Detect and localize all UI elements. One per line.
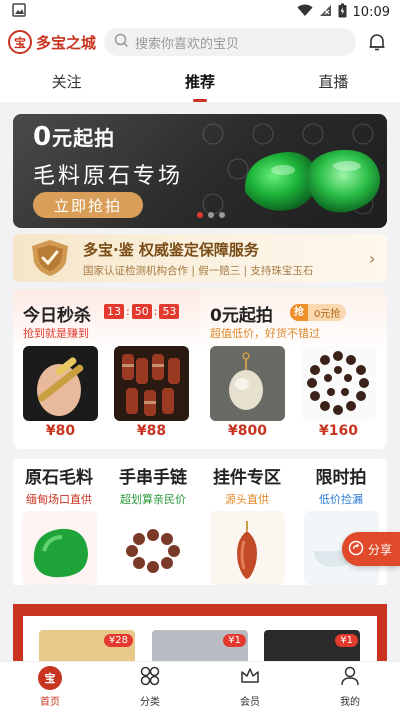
featured-price-badge: ¥1 (223, 634, 246, 647)
jade-stone-image (244, 149, 381, 213)
featured-item[interactable]: ¥1 (152, 630, 248, 664)
flash-sale-price-2: ¥88 (136, 423, 167, 439)
pagination-dot[interactable] (208, 212, 214, 218)
feed-tabs: 关注 推荐 直播 (0, 60, 400, 102)
category-timed-auction[interactable]: 限时拍 低价捡漏 (295, 459, 387, 585)
share-button[interactable]: 分享 (342, 532, 400, 566)
share-icon (348, 540, 364, 559)
bid-now-button[interactable]: 立即抢拍 (33, 192, 143, 218)
featured-list: ¥28 ¥1 ¥1 (23, 616, 377, 664)
home-icon: 宝 (38, 665, 62, 690)
deals-card: 今日秒杀 13: 50: 53 抢到就是赚到 ¥80 ¥88 0元起拍 抢 0元… (13, 289, 387, 449)
gallery-notification-icon (12, 3, 26, 21)
signal-icon (319, 4, 332, 21)
search-placeholder: 搜索你喜欢的宝贝 (135, 36, 240, 52)
certified-shield-icon (25, 237, 75, 279)
tab-recommend[interactable]: 推荐 (175, 65, 225, 102)
countdown-minutes: 50 (131, 304, 152, 319)
clock-time: 10:09 (352, 4, 390, 20)
certification-subtitle: 国家认证检测机构合作 | 假一赔三 | 支持珠宝玉石 (83, 264, 314, 277)
zero-auction-title: 0元起拍 (210, 306, 273, 326)
battery-icon (338, 3, 347, 22)
flash-sale-section[interactable]: 今日秒杀 13: 50: 53 抢到就是赚到 ¥80 ¥88 (13, 289, 200, 449)
banner-subtitle: 毛料原石专场 (33, 164, 184, 189)
logo-mark-icon: 宝 (8, 30, 32, 54)
app-name: 多宝之城 (36, 33, 97, 52)
product-image-pendant-pen[interactable] (23, 346, 98, 421)
category-pendant[interactable]: 挂件专区 源头直供 (201, 459, 293, 585)
crown-icon (239, 665, 261, 690)
certification-title: 多宝·鉴 权威鉴定保障服务 (83, 240, 259, 259)
featured-price-badge: ¥28 (103, 634, 133, 647)
chevron-right-icon: › (369, 248, 376, 268)
banner-title: 0元起拍 (33, 122, 116, 152)
zero-auction-price-2: ¥160 (319, 423, 358, 439)
status-bar: 10:09 (0, 0, 400, 24)
zero-auction-section[interactable]: 0元起拍 抢 0元抢 超值低价，好货不错过 ¥800 ¥160 (200, 289, 387, 449)
search-icon (114, 33, 129, 52)
top-header: 宝 多宝之城 搜索你喜欢的宝贝 (0, 24, 400, 60)
grab-tag: 抢 0元抢 (290, 304, 347, 321)
certification-banner[interactable]: 多宝·鉴 权威鉴定保障服务 国家认证检测机构合作 | 假一赔三 | 支持珠宝玉石… (13, 234, 387, 282)
profile-icon (339, 665, 361, 690)
bracelet-image (116, 511, 191, 585)
tab-follow[interactable]: 关注 (42, 65, 92, 98)
category-row: 原石毛料 缅甸场口直供 手串手链 超划算亲民价 挂件专区 源头直供 限时拍 低价… (13, 459, 387, 585)
featured-section: ¥28 ¥1 ¥1 (13, 604, 387, 664)
bottom-nav: 宝 首页 分类 会员 我的 (0, 661, 400, 711)
featured-item[interactable]: ¥28 (39, 630, 135, 664)
banner-pagination (197, 212, 225, 218)
product-image-beads[interactable] (114, 346, 189, 421)
raw-jade-image (22, 511, 97, 585)
zero-auction-subtitle: 超值低价，好货不错过 (210, 327, 320, 340)
countdown-seconds: 53 (159, 304, 180, 319)
flash-sale-title: 今日秒杀 (23, 306, 91, 326)
promo-banner[interactable]: 0元起拍 毛料原石专场 立即抢拍 (13, 114, 387, 228)
countdown-hours: 13 (104, 304, 124, 319)
wifi-icon (297, 4, 313, 21)
category-bracelet[interactable]: 手串手链 超划算亲民价 (107, 459, 199, 585)
share-label: 分享 (368, 542, 393, 557)
search-input[interactable]: 搜索你喜欢的宝贝 (104, 28, 356, 56)
countdown-timer: 13: 50: 53 (104, 304, 180, 319)
featured-price-badge: ¥1 (335, 634, 358, 647)
tab-live[interactable]: 直播 (308, 65, 358, 98)
nav-member[interactable]: 会员 (200, 662, 300, 711)
pendant-image (210, 511, 285, 585)
app-logo[interactable]: 宝 多宝之城 (8, 30, 96, 54)
category-raw-stone[interactable]: 原石毛料 缅甸场口直供 (13, 459, 105, 585)
product-image-bead-bracelet[interactable] (301, 346, 376, 421)
category-icon (139, 665, 161, 690)
nav-home[interactable]: 宝 首页 (0, 662, 100, 711)
featured-item[interactable]: ¥1 (264, 630, 360, 664)
pagination-dot-active[interactable] (197, 212, 203, 218)
zero-auction-price-1: ¥800 (228, 423, 267, 439)
nav-category[interactable]: 分类 (100, 662, 200, 711)
flash-sale-price-1: ¥80 (45, 423, 76, 439)
pagination-dot[interactable] (219, 212, 225, 218)
product-image-jade-pendant[interactable] (210, 346, 285, 421)
nav-profile[interactable]: 我的 (300, 662, 400, 711)
flash-sale-subtitle: 抢到就是赚到 (23, 327, 89, 340)
notification-bell-icon[interactable] (364, 29, 390, 55)
